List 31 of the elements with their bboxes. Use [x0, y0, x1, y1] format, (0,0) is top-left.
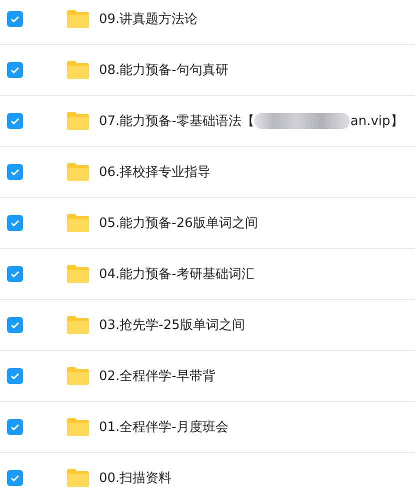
checkbox[interactable] [7, 113, 23, 129]
folder-name[interactable]: an.vip】 [350, 112, 404, 130]
checkbox[interactable] [7, 317, 23, 333]
folder-icon [66, 366, 90, 386]
folder-name[interactable]: 09.讲真题方法论 [99, 10, 198, 28]
folder-icon [66, 315, 90, 335]
folder-icon [66, 9, 90, 29]
checkbox[interactable] [7, 368, 23, 384]
folder-name[interactable]: 01.全程伴学-月度班会 [99, 418, 228, 436]
folder-name[interactable]: 05.能力预备-26版单词之间 [99, 214, 258, 232]
folder-name[interactable]: 06.择校择专业指导 [99, 163, 211, 181]
checkbox[interactable] [7, 164, 23, 180]
folder-name[interactable]: 00.扫描资料 [99, 469, 172, 487]
folder-icon [66, 213, 90, 233]
folder-name[interactable]: 08.能力预备-句句真研 [99, 61, 228, 79]
checkbox[interactable] [7, 215, 23, 231]
folder-icon [66, 264, 90, 284]
folder-name[interactable]: 04.能力预备-考研基础词汇 [99, 265, 254, 283]
folder-icon [66, 111, 90, 131]
folder-icon [66, 162, 90, 182]
folder-icon [66, 468, 90, 488]
folder-icon [66, 417, 90, 437]
checkbox[interactable] [7, 266, 23, 282]
checkbox[interactable] [7, 62, 23, 78]
folder-name[interactable]: 03.抢先学-25版单词之间 [99, 316, 245, 334]
folder-name[interactable]: 02.全程伴学-早带背 [99, 367, 216, 385]
folder-name[interactable]: 07.能力预备-零基础语法【 [99, 112, 254, 130]
checkbox[interactable] [7, 11, 23, 27]
checkbox[interactable] [7, 419, 23, 435]
checkbox[interactable] [7, 470, 23, 486]
folder-icon [66, 60, 90, 80]
